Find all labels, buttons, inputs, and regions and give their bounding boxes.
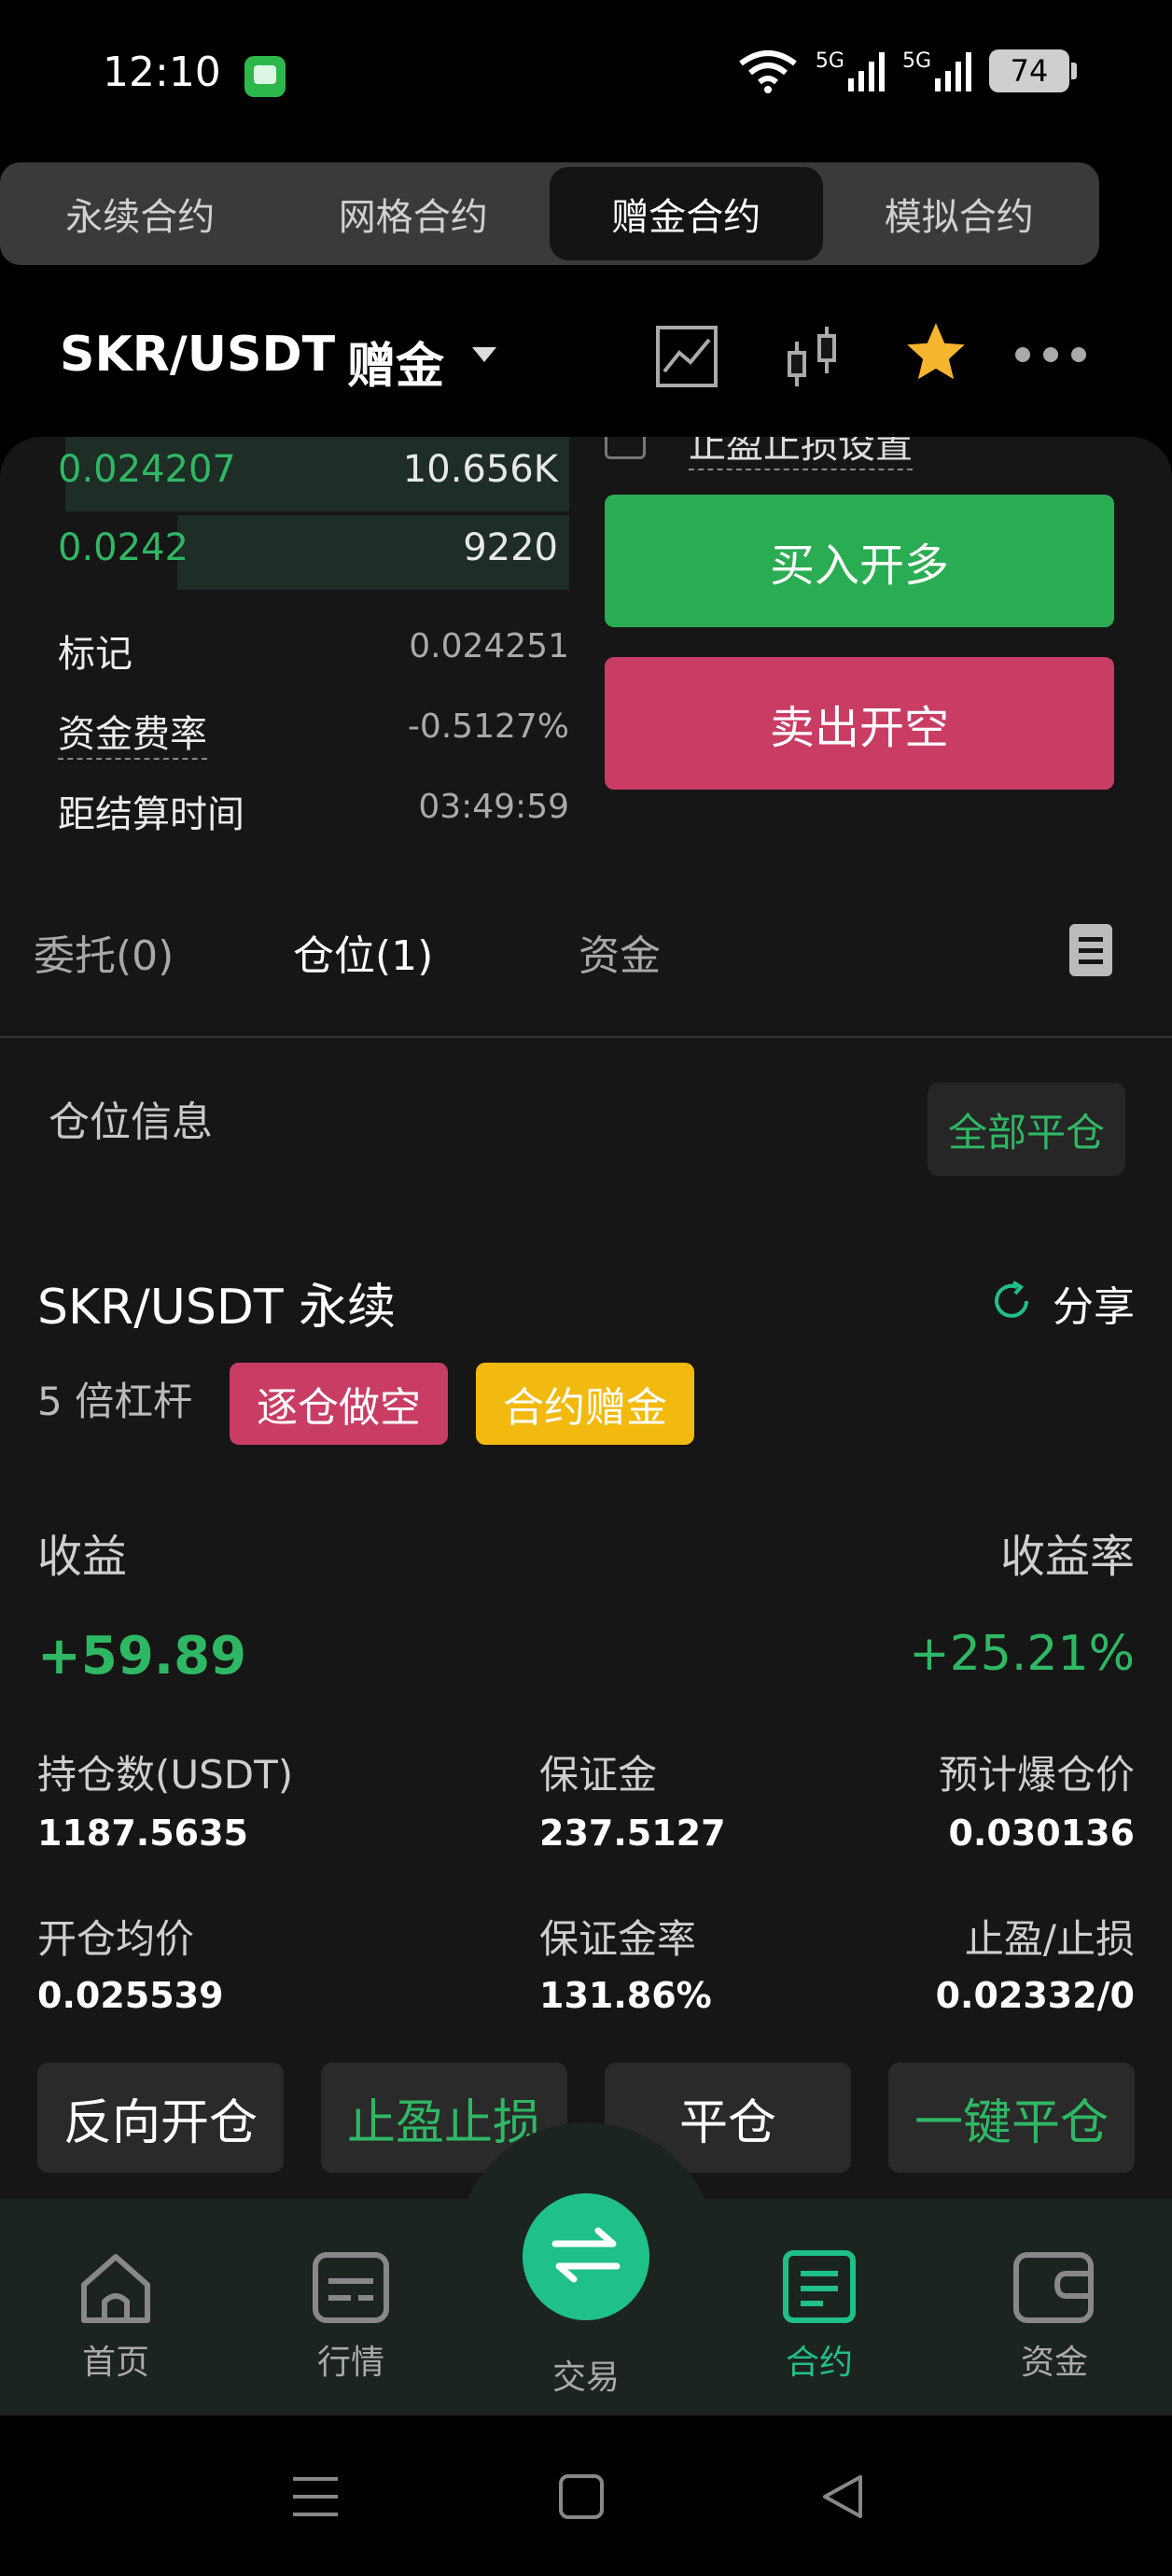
funding-rate-label[interactable]: 资金费率 — [58, 704, 207, 760]
nav-trade-label: 交易 — [551, 2359, 620, 2397]
position-tabs: 委托(0) 仓位(1) 资金 — [0, 903, 1172, 997]
tpsl-label: 止盈/止损 — [964, 1916, 1135, 1962]
entry-price-label: 开仓均价 — [37, 1916, 195, 1962]
contract-type-tabs: 永续合约 网格合约 赠金合约 模拟合约 — [0, 162, 1099, 265]
system-nav-bar — [0, 2415, 1172, 2576]
pnl-rate-value: +25.21% — [909, 1626, 1135, 1682]
pnl-value: +59.89 — [37, 1626, 247, 1687]
contract-icon — [780, 2250, 858, 2330]
document-icon[interactable] — [1069, 924, 1112, 976]
tab-perpetual[interactable]: 永续合约 — [4, 167, 277, 260]
margin-value: 237.5127 — [539, 1813, 726, 1854]
mark-price-row: 标记 0.024251 — [58, 623, 569, 679]
wallet-icon — [1012, 2252, 1096, 2330]
settlement-time-row: 距结算时间 03:49:59 — [58, 784, 569, 840]
order-book-row[interactable]: 0.024207 10.656K — [0, 437, 569, 511]
tab-demo[interactable]: 模拟合约 — [823, 167, 1096, 260]
mark-price-value: 0.024251 — [409, 627, 569, 665]
pair-mode[interactable]: 赠金 — [347, 327, 444, 397]
tab-bonus[interactable]: 赠金合约 — [550, 167, 823, 260]
bid-price: 0.0242 — [58, 526, 188, 569]
divider — [0, 1036, 1172, 1038]
share-icon — [989, 1279, 1034, 1327]
message-app-icon — [244, 56, 286, 97]
liq-price-label: 预计爆仓价 — [938, 1752, 1135, 1798]
status-indicators: 5G 5G 74 — [737, 49, 1077, 93]
network-label-2: 5G — [901, 49, 931, 73]
nav-trade-button[interactable] — [523, 2193, 649, 2320]
funding-rate-value: -0.5127% — [407, 707, 569, 746]
entry-price-value: 0.025539 — [37, 1975, 224, 2016]
tab-assets[interactable]: 资金 — [579, 922, 661, 982]
section-title: 仓位信息 — [49, 1099, 213, 1146]
status-bar: 12:10 5G 5G 74 — [0, 0, 1172, 154]
tab-positions[interactable]: 仓位(1) — [293, 922, 433, 982]
tpsl-value: 0.02332/0 — [935, 1975, 1135, 2016]
tab-orders[interactable]: 委托(0) — [34, 922, 174, 982]
close-all-button[interactable]: 全部平仓 — [928, 1083, 1125, 1176]
size-label: 持仓数(USDT) — [37, 1752, 294, 1798]
pnl-rate-label: 收益率 — [999, 1531, 1135, 1583]
size-value: 1187.5635 — [37, 1813, 248, 1854]
margin-label: 保证金 — [539, 1752, 658, 1798]
line-chart-icon[interactable] — [655, 325, 719, 392]
nav-market[interactable]: 行情 — [267, 2247, 435, 2384]
funding-rate-row: 资金费率 -0.5127% — [58, 704, 569, 760]
swap-icon — [550, 2227, 622, 2287]
buy-long-button[interactable]: 买入开多 — [605, 495, 1114, 627]
order-book-row[interactable]: 0.0242 9220 — [0, 515, 569, 590]
nav-market-label: 行情 — [316, 2344, 384, 2382]
one-click-close-button[interactable]: 一键平仓 — [888, 2063, 1135, 2173]
tpsl-checkbox[interactable] — [605, 437, 646, 459]
home-icon — [77, 2254, 155, 2330]
leverage-label: 5 倍杠杆 — [37, 1379, 193, 1424]
battery-icon: 74 — [989, 49, 1077, 92]
pair-header: SKR/USDT 赠金 — [0, 308, 1172, 411]
trading-panel: 0.024207 10.656K 0.0242 9220 标记 0.024251… — [0, 437, 1172, 2199]
candlestick-icon[interactable] — [784, 325, 842, 394]
wifi-icon — [737, 49, 799, 93]
nav-home[interactable]: 首页 — [32, 2247, 200, 2384]
pair-name[interactable]: SKR/USDT — [60, 327, 335, 383]
nav-assets[interactable]: 资金 — [970, 2247, 1138, 2384]
signal-icon — [935, 50, 972, 91]
battery-level: 74 — [1010, 53, 1049, 89]
tpsl-setting-label[interactable]: 止盈止损设置 — [689, 437, 913, 470]
bid-qty: 9220 — [463, 526, 558, 569]
bonus-badge: 合约赠金 — [476, 1363, 694, 1445]
nav-contract-label: 合约 — [785, 2344, 853, 2382]
nav-home-label: 首页 — [81, 2344, 149, 2382]
back-icon[interactable] — [819, 2473, 866, 2524]
liq-price-value: 0.030136 — [948, 1813, 1135, 1854]
status-time: 12:10 — [103, 49, 221, 96]
sell-short-button[interactable]: 卖出开空 — [605, 657, 1114, 790]
nav-contract[interactable]: 合约 — [735, 2247, 903, 2384]
margin-side-badge: 逐仓做空 — [230, 1363, 448, 1445]
chevron-down-icon[interactable] — [472, 347, 496, 362]
network-label-1: 5G — [815, 49, 844, 73]
home-square-icon[interactable] — [558, 2473, 605, 2524]
settlement-time-label: 距结算时间 — [58, 793, 244, 836]
share-label: 分享 — [1053, 1283, 1135, 1331]
margin-rate-value: 131.86% — [539, 1975, 712, 2016]
share-button[interactable]: 分享 — [989, 1273, 1135, 1333]
tab-grid[interactable]: 网格合约 — [277, 167, 551, 260]
settlement-time-value: 03:49:59 — [418, 788, 569, 826]
margin-rate-label: 保证金率 — [539, 1916, 697, 1962]
bid-qty: 10.656K — [402, 448, 558, 491]
reverse-open-button[interactable]: 反向开仓 — [37, 2063, 284, 2173]
more-icon[interactable] — [1013, 345, 1088, 368]
position-title: SKR/USDT 永续 — [37, 1280, 397, 1336]
market-icon — [312, 2252, 390, 2330]
mark-price-label: 标记 — [58, 633, 133, 676]
star-icon[interactable] — [901, 317, 970, 390]
pnl-label: 收益 — [37, 1531, 128, 1583]
bid-price: 0.024207 — [58, 448, 236, 491]
signal-icon — [847, 50, 886, 91]
nav-assets-label: 资金 — [1020, 2344, 1088, 2382]
menu-icon[interactable] — [291, 2475, 340, 2522]
